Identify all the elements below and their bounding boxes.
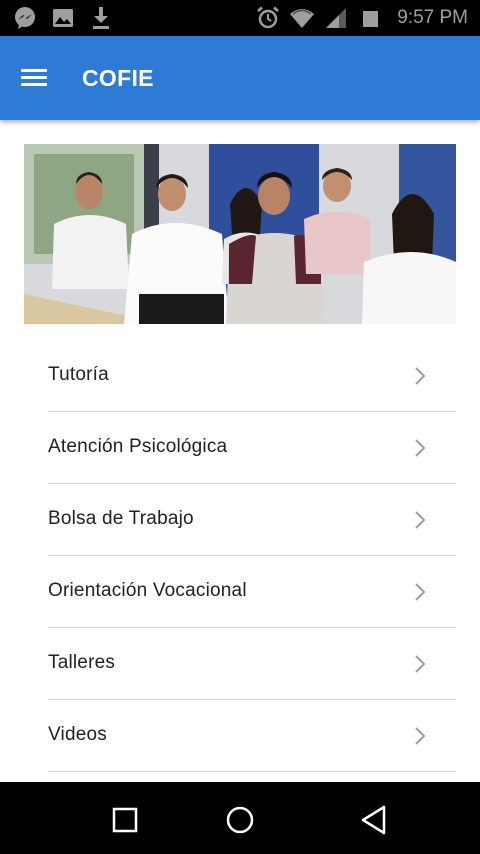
- menu-item-label: Atención Psicológica: [48, 436, 228, 457]
- menu-item-label: Videos: [48, 724, 107, 745]
- menu-item-label: Talleres: [48, 652, 116, 673]
- messenger-icon: [15, 7, 35, 29]
- hero-image: [24, 144, 456, 324]
- signal-icon: [326, 8, 347, 28]
- chevron-right-icon: [415, 367, 426, 385]
- battery-icon: [363, 11, 379, 27]
- menu-item-atencion-psicologica[interactable]: Atención Psicológica: [48, 412, 456, 484]
- menu-item-label: Tutoría: [48, 364, 109, 385]
- wifi-icon: [290, 9, 315, 28]
- download-icon: [93, 7, 109, 29]
- menu-item-videos[interactable]: Videos: [48, 700, 456, 772]
- back-triangle-icon[interactable]: [356, 802, 392, 838]
- recents-square-icon[interactable]: [107, 802, 143, 838]
- menu-item-label: Orientación Vocacional: [48, 580, 247, 601]
- menu-list: Tutoría Atención Psicológica Bolsa de Tr…: [48, 340, 456, 772]
- menu-item-bolsa-de-trabajo[interactable]: Bolsa de Trabajo: [48, 484, 456, 556]
- chevron-right-icon: [415, 583, 426, 601]
- menu-item-orientacion-vocacional[interactable]: Orientación Vocacional: [48, 556, 456, 628]
- menu-item-tutoria[interactable]: Tutoría: [48, 340, 456, 412]
- chevron-right-icon: [415, 655, 426, 673]
- app-bar: COFIE: [0, 36, 480, 120]
- menu-item-talleres[interactable]: Talleres: [48, 628, 456, 700]
- image-icon: [53, 9, 73, 27]
- alarm-icon: [257, 6, 280, 29]
- navigation-bar: [0, 782, 480, 854]
- chevron-right-icon: [415, 511, 426, 529]
- chevron-right-icon: [415, 439, 426, 457]
- status-time: 9:57 PM: [397, 7, 468, 28]
- home-circle-icon[interactable]: [222, 802, 258, 838]
- app-title: COFIE: [82, 65, 154, 91]
- status-bar: 9:57 PM: [0, 0, 480, 36]
- chevron-right-icon: [415, 727, 426, 745]
- hamburger-menu-icon[interactable]: [18, 64, 50, 92]
- menu-item-label: Bolsa de Trabajo: [48, 508, 194, 529]
